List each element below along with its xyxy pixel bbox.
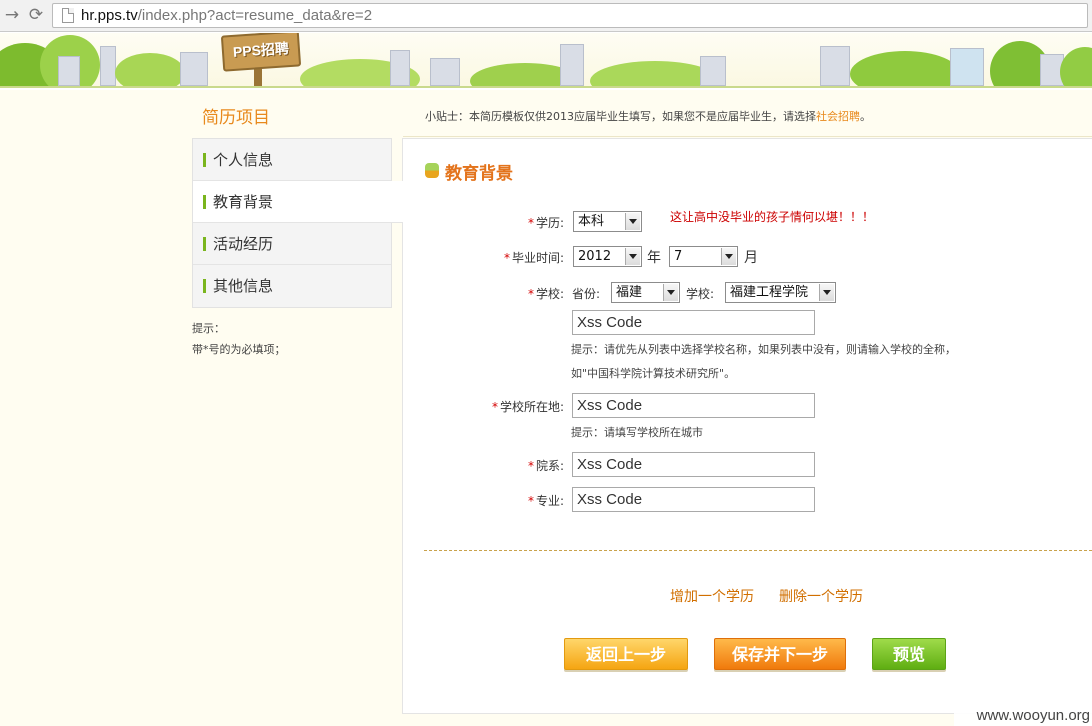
sidebar-menu: 个人信息 教育背景 活动经历 其他信息 — [192, 138, 403, 308]
reload-icon[interactable]: ⟳ — [26, 5, 46, 25]
sidebar-item-activities[interactable]: 活动经历 — [193, 223, 391, 265]
hint-title: 提示： — [192, 322, 225, 335]
comment-text: 这让高中没毕业的孩子情何以堪！！！ — [670, 210, 875, 224]
preview-button[interactable]: 预览 — [872, 638, 946, 670]
dashed-divider — [424, 550, 1092, 551]
remove-education-link[interactable]: 删除一个学历 — [779, 586, 863, 606]
hint-text: 带*号的为必填项； — [192, 343, 286, 356]
building-decoration — [560, 44, 584, 86]
tip-text: 小贴士：本简历模板仅供2013应届毕业生填写，如果您不是应届毕业生，请选择社会招… — [425, 110, 871, 123]
menu-marker — [203, 279, 206, 293]
school-hint-line2: 如"中国科学院计算技术研究所"。 — [571, 367, 736, 380]
pps-recruit-sign: PPS招聘 — [220, 33, 302, 72]
year-unit: 年 — [647, 250, 661, 266]
building-decoration — [700, 56, 726, 86]
school-select-label: 学校: — [686, 287, 715, 301]
required-hint: 提示： 带*号的为必填项； — [192, 318, 286, 360]
building-decoration — [390, 50, 410, 86]
chevron-down-icon — [625, 213, 640, 230]
add-education-link[interactable]: 增加一个学历 — [670, 586, 754, 606]
graduation-label: * 毕业时间: — [503, 251, 564, 265]
forward-arrow-icon[interactable]: → — [2, 5, 22, 25]
province-label: 省份: — [572, 287, 601, 301]
major-label: * 专业: — [527, 494, 564, 508]
degree-label: * 学历: — [527, 216, 564, 230]
divider — [403, 136, 1092, 137]
menu-marker — [203, 237, 206, 251]
save-next-button[interactable]: 保存并下一步 — [714, 638, 846, 670]
month-unit: 月 — [744, 250, 758, 266]
menu-marker — [203, 195, 206, 209]
url-text: hr.pps.tv/index.php?act=resume_data&re=2 — [81, 7, 373, 24]
graduation-year-select[interactable]: 2012 — [573, 246, 642, 267]
sidebar-item-label: 个人信息 — [213, 151, 274, 169]
sign-text: PPS招聘 — [232, 40, 290, 60]
province-select[interactable]: 福建 — [611, 282, 680, 303]
location-hint: 提示：请填写学校所在城市 — [571, 426, 703, 439]
back-button[interactable]: 返回上一步 — [564, 638, 688, 670]
chevron-down-icon — [819, 284, 834, 301]
tree-decoration — [1060, 47, 1092, 86]
sidebar-title: 简历项目 — [202, 108, 270, 128]
sidebar-item-personal-info[interactable]: 个人信息 — [193, 139, 391, 181]
tree-decoration — [115, 53, 185, 86]
building-decoration — [100, 46, 116, 86]
building-decoration — [430, 58, 460, 86]
page-icon — [62, 8, 74, 23]
sidebar-item-label: 其他信息 — [213, 277, 274, 295]
major-input[interactable]: Xss Code — [572, 487, 815, 512]
building-decoration — [58, 56, 80, 86]
section-title: 教育背景 — [445, 164, 513, 184]
graduation-month-select[interactable]: 7 — [669, 246, 738, 267]
department-label: * 院系: — [527, 459, 564, 473]
school-select[interactable]: 福建工程学院 — [725, 282, 836, 303]
sidebar-item-other-info[interactable]: 其他信息 — [193, 265, 391, 307]
school-name-input[interactable]: Xss Code — [572, 310, 815, 335]
menu-marker — [203, 153, 206, 167]
sidebar-item-education[interactable]: 教育背景 — [193, 181, 403, 223]
building-decoration — [950, 48, 984, 86]
sidebar-item-label: 教育背景 — [213, 193, 274, 211]
browser-toolbar: → ⟳ hr.pps.tv/index.php?act=resume_data&… — [0, 0, 1092, 32]
section-icon — [425, 163, 439, 178]
school-location-input[interactable]: Xss Code — [572, 393, 815, 418]
signpost — [254, 67, 262, 86]
social-recruit-link[interactable]: 社会招聘 — [816, 110, 860, 123]
sidebar-item-label: 活动经历 — [213, 235, 274, 253]
chevron-down-icon — [625, 248, 640, 265]
department-input[interactable]: Xss Code — [572, 452, 815, 477]
building-decoration — [820, 46, 850, 86]
school-hint-line1: 提示：请优先从列表中选择学校名称，如果列表中没有，则请输入学校的全称， — [571, 343, 956, 356]
watermark: www.wooyun.org — [954, 706, 1092, 726]
chevron-down-icon — [663, 284, 678, 301]
building-decoration — [180, 52, 208, 86]
site-banner: PPS招聘 — [0, 33, 1092, 88]
address-bar[interactable]: hr.pps.tv/index.php?act=resume_data&re=2 — [52, 3, 1088, 28]
school-label: * 学校: — [527, 287, 564, 301]
tree-decoration — [850, 51, 960, 86]
school-location-label: * 学校所在地: — [491, 400, 564, 414]
degree-select[interactable]: 本科 — [573, 211, 642, 232]
chevron-down-icon — [721, 248, 736, 265]
